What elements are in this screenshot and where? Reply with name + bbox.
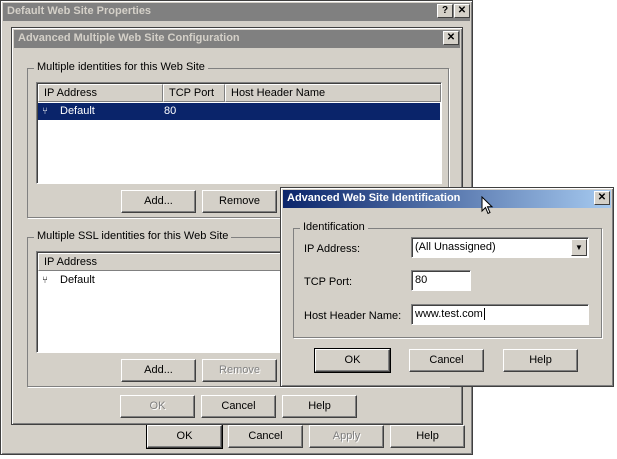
ip-address-label: IP Address:: [304, 243, 361, 255]
identities-remove-button[interactable]: Remove: [202, 190, 277, 213]
ident-dialog: Advanced Web Site Identification ✕ Ident…: [280, 187, 614, 387]
ip-address-value: (All Unassigned): [415, 241, 496, 253]
mouse-pointer-icon: [481, 196, 494, 215]
ident-titlebar[interactable]: Advanced Web Site Identification: [283, 190, 611, 208]
network-icon: ⑂: [42, 275, 48, 286]
close-icon[interactable]: ✕: [454, 4, 470, 18]
identities-add-button[interactable]: Add...: [121, 190, 196, 213]
text-cursor: [483, 308, 485, 320]
ssl-group-legend: Multiple SSL identities for this Web Sit…: [34, 230, 232, 242]
host-header-label: Host Header Name:: [304, 310, 402, 322]
row-ip: Default: [60, 105, 95, 117]
properties-cancel-button[interactable]: Cancel: [228, 425, 303, 448]
col-host-header[interactable]: Host Header Name: [225, 84, 441, 102]
adv-config-help-button[interactable]: Help: [282, 395, 357, 418]
ident-help-button[interactable]: Help: [503, 349, 578, 372]
adv-config-cancel-button[interactable]: Cancel: [201, 395, 276, 418]
network-icon: ⑂: [42, 106, 48, 117]
host-header-value: www.test.com: [415, 308, 483, 320]
identities-list[interactable]: IP Address TCP Port Host Header Name ⑂ De…: [36, 82, 442, 184]
adv-config-ok-button[interactable]: OK: [120, 395, 195, 418]
close-icon[interactable]: ✕: [594, 191, 610, 205]
tcp-port-value: 80: [415, 274, 428, 286]
adv-config-title: Advanced Multiple Web Site Configuration: [18, 32, 240, 44]
row-port: 80: [164, 105, 177, 117]
identities-group-legend: Multiple identities for this Web Site: [34, 61, 208, 73]
tcp-port-label: TCP Port:: [304, 276, 353, 288]
ident-cancel-button[interactable]: Cancel: [409, 349, 484, 372]
identification-group: Identification IP Address: (All Unassign…: [293, 221, 602, 338]
close-icon[interactable]: ✕: [443, 31, 459, 45]
ident-title: Advanced Web Site Identification: [287, 192, 461, 204]
ssl-remove-button[interactable]: Remove: [202, 359, 277, 382]
ip-address-select[interactable]: (All Unassigned) ▼: [411, 237, 589, 258]
col-tcp-port[interactable]: TCP Port: [163, 84, 225, 102]
table-row[interactable]: ⑂ Default 80: [38, 103, 440, 120]
help-icon[interactable]: ?: [437, 4, 453, 18]
properties-apply-button[interactable]: Apply: [309, 425, 384, 448]
properties-help-button[interactable]: Help: [390, 425, 465, 448]
properties-ok-button[interactable]: OK: [146, 424, 223, 449]
col-ip-address[interactable]: IP Address: [38, 84, 163, 102]
properties-title: Default Web Site Properties: [7, 5, 152, 17]
ident-ok-button[interactable]: OK: [314, 348, 391, 373]
host-header-field[interactable]: www.test.com: [411, 304, 589, 325]
tcp-port-field[interactable]: 80: [411, 270, 471, 291]
identification-legend: Identification: [300, 221, 368, 233]
adv-config-titlebar: Advanced Multiple Web Site Configuration: [14, 30, 460, 48]
properties-titlebar: Default Web Site Properties: [3, 3, 470, 21]
chevron-down-icon[interactable]: ▼: [571, 239, 587, 256]
ssl-add-button[interactable]: Add...: [121, 359, 196, 382]
ssl-row-ip: Default: [60, 274, 95, 286]
